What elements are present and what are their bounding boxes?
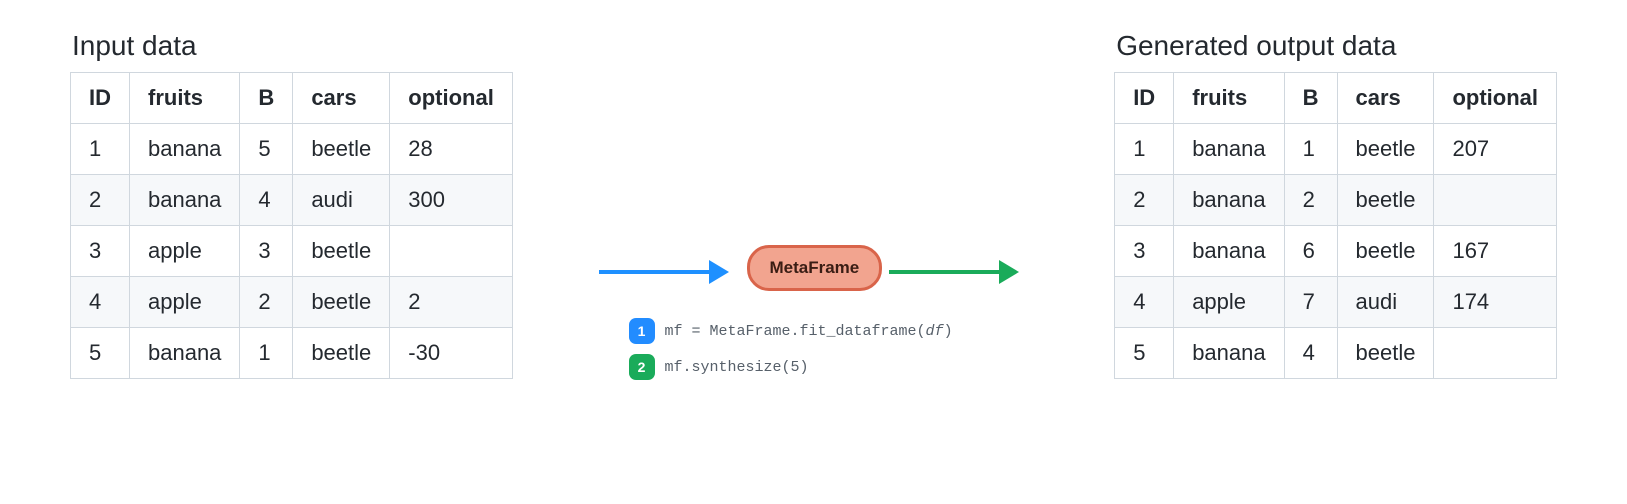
cell: apple <box>1174 277 1284 328</box>
cell: beetle <box>1337 124 1434 175</box>
cell <box>1434 328 1557 379</box>
table-row: 1 banana 1 beetle 207 <box>1115 124 1557 175</box>
col-header: B <box>240 73 293 124</box>
diagram-canvas: Input data ID fruits B cars optional 1 b… <box>0 0 1627 504</box>
arrow-input-icon <box>599 260 729 284</box>
code-text: mf = MetaFrame.fit_dataframe(df) <box>665 323 953 340</box>
cell: 167 <box>1434 226 1557 277</box>
cell: 174 <box>1434 277 1557 328</box>
cell: 2 <box>1115 175 1174 226</box>
cell: beetle <box>1337 328 1434 379</box>
cell: 7 <box>1284 277 1337 328</box>
output-block: Generated output data ID fruits B cars o… <box>1114 30 1557 379</box>
cell: audi <box>1337 277 1434 328</box>
col-header: fruits <box>130 73 240 124</box>
cell: 4 <box>240 175 293 226</box>
table-row: 4 apple 2 beetle 2 <box>71 277 513 328</box>
cell: beetle <box>293 226 390 277</box>
cell: beetle <box>293 328 390 379</box>
table-row: 1 banana 5 beetle 28 <box>71 124 513 175</box>
col-header: cars <box>293 73 390 124</box>
cell: banana <box>1174 226 1284 277</box>
cell: banana <box>1174 124 1284 175</box>
cell: 5 <box>240 124 293 175</box>
cell: 28 <box>390 124 513 175</box>
cell: banana <box>130 328 240 379</box>
cell: banana <box>1174 328 1284 379</box>
cell: 207 <box>1434 124 1557 175</box>
cell: banana <box>130 124 240 175</box>
step-badge: 2 <box>629 354 655 380</box>
input-block: Input data ID fruits B cars optional 1 b… <box>70 30 513 379</box>
table-row: 2 banana 2 beetle <box>1115 175 1557 226</box>
cell: audi <box>293 175 390 226</box>
cell: banana <box>1174 175 1284 226</box>
col-header: ID <box>1115 73 1174 124</box>
col-header: fruits <box>1174 73 1284 124</box>
col-header: ID <box>71 73 130 124</box>
cell: 3 <box>240 226 293 277</box>
cell: apple <box>130 226 240 277</box>
code-text: mf.synthesize(5) <box>665 359 809 376</box>
cell: beetle <box>293 277 390 328</box>
cell: 4 <box>1115 277 1174 328</box>
input-table: ID fruits B cars optional 1 banana 5 bee… <box>70 72 513 379</box>
cell: 4 <box>71 277 130 328</box>
cell: banana <box>130 175 240 226</box>
cell: beetle <box>293 124 390 175</box>
arrow-output-icon <box>889 260 1019 284</box>
cell: -30 <box>390 328 513 379</box>
table-row: 5 banana 1 beetle -30 <box>71 328 513 379</box>
input-title: Input data <box>72 30 513 62</box>
cell: 2 <box>71 175 130 226</box>
cell <box>1434 175 1557 226</box>
process-area: MetaFrame 1 mf = MetaFrame.fit_dataframe… <box>599 70 1029 490</box>
table-row: 2 banana 4 audi 300 <box>71 175 513 226</box>
cell: 2 <box>390 277 513 328</box>
cell: 3 <box>1115 226 1174 277</box>
col-header: optional <box>1434 73 1557 124</box>
cell: 2 <box>240 277 293 328</box>
cell: beetle <box>1337 175 1434 226</box>
output-table: ID fruits B cars optional 1 banana 1 bee… <box>1114 72 1557 379</box>
output-title: Generated output data <box>1116 30 1557 62</box>
cell: 1 <box>240 328 293 379</box>
code-line: 2 mf.synthesize(5) <box>629 354 953 380</box>
process-pill: MetaFrame <box>747 245 883 291</box>
col-header: B <box>1284 73 1337 124</box>
code-snippets: 1 mf = MetaFrame.fit_dataframe(df) 2 mf.… <box>629 318 953 390</box>
cell: apple <box>130 277 240 328</box>
cell: 5 <box>1115 328 1174 379</box>
col-header: cars <box>1337 73 1434 124</box>
table-row: 3 banana 6 beetle 167 <box>1115 226 1557 277</box>
cell: 1 <box>1284 124 1337 175</box>
cell: 5 <box>71 328 130 379</box>
table-row: 4 apple 7 audi 174 <box>1115 277 1557 328</box>
cell: beetle <box>1337 226 1434 277</box>
cell: 4 <box>1284 328 1337 379</box>
col-header: optional <box>390 73 513 124</box>
cell: 1 <box>1115 124 1174 175</box>
code-line: 1 mf = MetaFrame.fit_dataframe(df) <box>629 318 953 344</box>
step-badge: 1 <box>629 318 655 344</box>
cell: 6 <box>1284 226 1337 277</box>
cell: 2 <box>1284 175 1337 226</box>
cell: 1 <box>71 124 130 175</box>
table-row: 3 apple 3 beetle <box>71 226 513 277</box>
cell <box>390 226 513 277</box>
cell: 300 <box>390 175 513 226</box>
table-row: 5 banana 4 beetle <box>1115 328 1557 379</box>
cell: 3 <box>71 226 130 277</box>
